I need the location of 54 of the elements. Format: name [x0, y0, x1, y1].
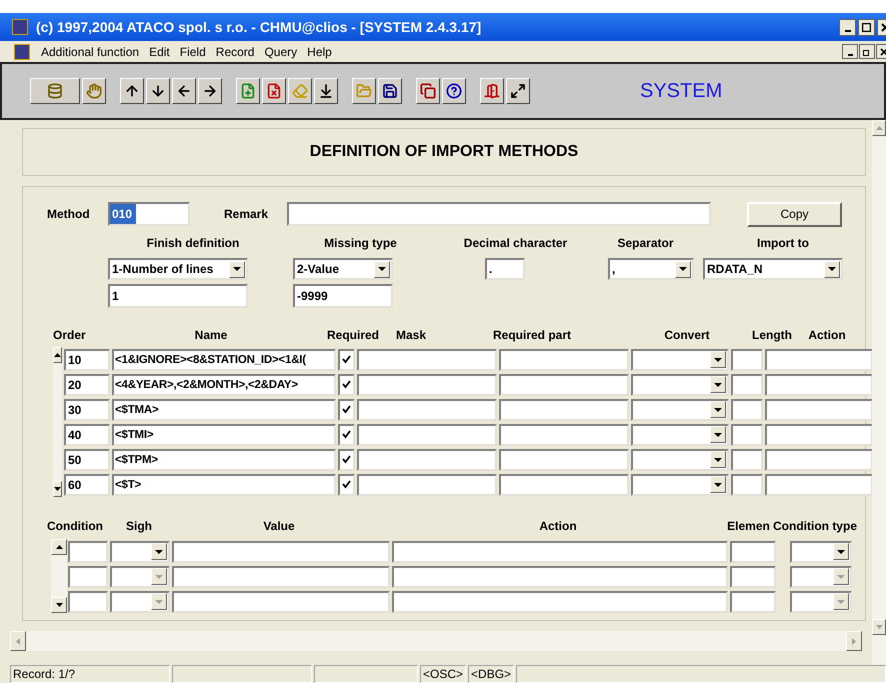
field-label: Missing type: [324, 235, 397, 252]
dropdown[interactable]: RDATA_N: [703, 258, 843, 280]
column-header: Mask: [394, 327, 428, 344]
name-cell[interactable]: <$TMI>: [112, 424, 336, 446]
menu-item[interactable]: Additional function: [36, 42, 144, 60]
column-header: Required: [326, 327, 380, 344]
name-cell[interactable]: <4&YEAR>,<2&MONTH>,<2&DAY>: [112, 374, 336, 396]
dropdown[interactable]: 1-Number of lines: [108, 258, 248, 280]
dropdown[interactable]: ,: [608, 258, 694, 280]
column-header: Order: [53, 327, 87, 344]
text-field[interactable]: 1: [108, 284, 248, 308]
order-cell[interactable]: 20: [64, 374, 110, 396]
field-label: Import to: [757, 235, 809, 252]
field-label: Remark: [224, 206, 270, 223]
status-flag: <OSC>: [420, 665, 466, 683]
order-cell[interactable]: 40: [64, 424, 110, 446]
field-label: Decimal character: [464, 235, 568, 252]
menu-item[interactable]: Help: [302, 42, 337, 60]
order-cell[interactable]: 60: [64, 474, 110, 496]
order-cell[interactable]: 50: [64, 448, 110, 470]
page-heading: DEFINITION OF IMPORT METHODS: [310, 142, 578, 162]
column-header: Value: [262, 518, 296, 535]
column-header: Action: [538, 518, 578, 535]
column-header: Name: [194, 327, 228, 344]
window-title: (c) 1997,2004 ATACO spol. s r.o. - CHMU@clios - [SYSTEM 2.4.3.17]: [36, 18, 482, 37]
field-label: Separator: [617, 235, 674, 252]
field-label: Method: [47, 206, 91, 223]
column-header: Sigh: [125, 518, 153, 535]
column-header: Length: [751, 327, 793, 344]
name-cell[interactable]: <$TPM>: [112, 448, 336, 470]
column-header: Required part: [492, 327, 572, 344]
column-header: Convert: [663, 327, 711, 344]
name-cell[interactable]: <$TMA>: [112, 398, 336, 420]
status-flag: <DBG>: [468, 665, 514, 683]
module-name: SYSTEM: [640, 79, 722, 104]
method-field[interactable]: 010: [108, 202, 190, 226]
menu-item[interactable]: Field: [174, 42, 211, 60]
record-counter: Record: 1/?: [10, 665, 170, 683]
text-field[interactable]: .: [485, 258, 525, 280]
text-field[interactable]: -9999: [293, 284, 393, 308]
dropdown[interactable]: 2-Value: [293, 258, 393, 280]
column-header: Elemen: [727, 518, 770, 535]
menu-item[interactable]: Edit: [144, 42, 175, 60]
menu-item[interactable]: Record: [210, 42, 260, 60]
copy-button[interactable]: Copy: [747, 202, 842, 226]
menu-item[interactable]: Query: [259, 42, 302, 60]
order-cell[interactable]: 10: [64, 348, 110, 370]
column-header: Condition: [47, 518, 104, 535]
column-header: Condition type: [772, 518, 858, 535]
order-cell[interactable]: 30: [64, 398, 110, 420]
field-label: Finish definition: [146, 235, 240, 252]
column-header: Action: [807, 327, 847, 344]
name-cell[interactable]: <$T>: [112, 474, 336, 496]
name-cell[interactable]: <1&IGNORE><8&STATION_ID><1&I(: [112, 348, 336, 370]
